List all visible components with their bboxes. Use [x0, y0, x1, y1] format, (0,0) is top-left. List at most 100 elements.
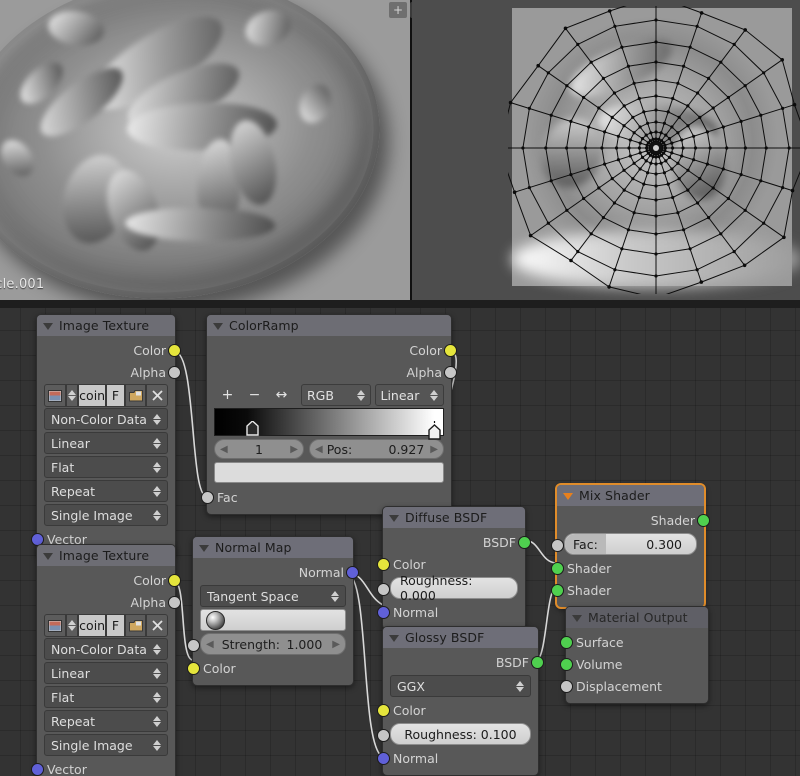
image-name-field[interactable]: coin	[78, 614, 107, 637]
decrement-arrow-icon[interactable]: ◀	[206, 639, 214, 650]
socket-input-normal[interactable]	[377, 606, 390, 619]
node-header[interactable]: Glossy BSDF	[383, 627, 538, 648]
stop-color-swatch[interactable]	[214, 462, 444, 483]
node-color-ramp[interactable]: ColorRamp Color Alpha + − ↔ RGB Linear ◀…	[201, 314, 457, 515]
socket-input-normal[interactable]	[377, 752, 390, 765]
socket-input-vector[interactable]	[31, 763, 44, 776]
socket-input-roughness[interactable]	[377, 583, 390, 596]
extension-dropdown[interactable]: Repeat	[44, 480, 168, 502]
uv-map-field[interactable]	[200, 609, 346, 631]
socket-input-roughness[interactable]	[377, 729, 390, 742]
viewport-panel-toggle-left[interactable]: +	[389, 2, 407, 18]
colorspace-dropdown[interactable]: Non-Color Data	[44, 408, 168, 430]
socket-input-displacement[interactable]	[560, 680, 573, 693]
node-normal-map[interactable]: Normal Map Normal Tangent Space ◀ Streng…	[187, 536, 359, 686]
strength-field[interactable]: ◀ Strength: 1.000 ▶	[200, 633, 346, 655]
unlink-close-icon[interactable]	[146, 384, 168, 407]
normal-space-dropdown[interactable]: Tangent Space	[200, 585, 346, 607]
image-browse-icon[interactable]	[44, 614, 66, 637]
collapse-triangle-icon[interactable]	[389, 634, 399, 642]
socket-output-color[interactable]	[168, 574, 181, 587]
node-material-output[interactable]: Material Output Surface Volume Displacem…	[560, 606, 709, 704]
node-header[interactable]: Mix Shader	[557, 485, 704, 506]
color-mode-dropdown[interactable]: RGB	[301, 384, 371, 406]
image-name-field[interactable]: coin	[78, 384, 107, 407]
collapse-triangle-icon[interactable]	[563, 492, 573, 500]
colorspace-dropdown[interactable]: Non-Color Data	[44, 638, 168, 660]
ramp-interpolation-dropdown[interactable]: Linear	[374, 384, 444, 406]
node-editor[interactable]: Image Texture Color Alpha coin F Non-Col…	[0, 308, 800, 776]
ramp-stop-0[interactable]	[246, 420, 259, 436]
node-image-texture-1[interactable]: Image Texture Color Alpha coin F Non-Col…	[31, 314, 181, 557]
roughness-field[interactable]: Roughness: 0.000	[390, 573, 518, 603]
socket-input-shader-2[interactable]	[551, 584, 564, 597]
socket-input-fac[interactable]	[201, 491, 214, 504]
socket-input-color[interactable]	[377, 704, 390, 717]
socket-input-shader-1[interactable]	[551, 562, 564, 575]
fac-field[interactable]: Fac: 0.300	[564, 533, 697, 555]
interpolation-dropdown[interactable]: Linear	[44, 662, 168, 684]
unlink-close-icon[interactable]	[146, 614, 168, 637]
socket-output-color[interactable]	[444, 344, 457, 357]
decrement-arrow-icon[interactable]: ◀	[315, 444, 323, 455]
fake-user-button[interactable]: F	[106, 384, 125, 407]
node-mix-shader[interactable]: Mix Shader Shader Fac: 0.300 Shader Shad…	[551, 484, 710, 608]
stop-index-field[interactable]: ◀ 1 ▶	[214, 439, 304, 459]
socket-output-shader[interactable]	[697, 514, 710, 527]
source-dropdown[interactable]: Single Image	[44, 504, 168, 526]
projection-dropdown[interactable]: Flat	[44, 686, 168, 708]
open-file-icon[interactable]	[124, 384, 147, 407]
roughness-field[interactable]: Roughness: 0.100	[390, 723, 531, 745]
projection-dropdown[interactable]: Flat	[44, 456, 168, 478]
collapse-triangle-icon[interactable]	[43, 322, 53, 330]
collapse-triangle-icon[interactable]	[572, 614, 582, 622]
node-glossy-bsdf[interactable]: Glossy BSDF BSDF GGX Color Roughness: 0.…	[377, 626, 544, 776]
node-header[interactable]: Image Texture	[37, 545, 175, 566]
node-header[interactable]: Normal Map	[193, 537, 353, 558]
collapse-triangle-icon[interactable]	[43, 552, 53, 560]
socket-input-strength[interactable]	[187, 639, 200, 652]
node-diffuse-bsdf[interactable]: Diffuse BSDF BSDF Color Roughness: 0.000	[377, 506, 531, 630]
node-image-texture-2[interactable]: Image Texture Color Alpha coin F Non-Col…	[31, 544, 181, 776]
image-spinner-arrows[interactable]	[65, 384, 79, 407]
interpolation-dropdown[interactable]: Linear	[44, 432, 168, 454]
socket-input-color[interactable]	[187, 662, 200, 675]
image-spinner-arrows[interactable]	[65, 614, 79, 637]
collapse-triangle-icon[interactable]	[389, 514, 399, 522]
decrement-arrow-icon[interactable]: ◀	[220, 444, 228, 455]
extension-dropdown[interactable]: Repeat	[44, 710, 168, 732]
image-browse-icon[interactable]	[44, 384, 66, 407]
socket-input-surface[interactable]	[560, 636, 573, 649]
colorramp-gradient-bar[interactable]	[214, 408, 444, 440]
distribution-dropdown[interactable]: GGX	[390, 675, 531, 697]
collapse-triangle-icon[interactable]	[199, 544, 209, 552]
increment-arrow-icon[interactable]: ▶	[290, 444, 298, 455]
socket-output-color[interactable]	[168, 344, 181, 357]
increment-arrow-icon[interactable]: ▶	[332, 639, 340, 650]
open-file-icon[interactable]	[124, 614, 147, 637]
socket-output-normal[interactable]	[346, 566, 359, 579]
node-header[interactable]: Diffuse BSDF	[383, 507, 525, 528]
node-header[interactable]: ColorRamp	[207, 315, 451, 336]
source-dropdown[interactable]: Single Image	[44, 734, 168, 756]
add-stop-button[interactable]: +	[214, 385, 241, 405]
viewport-3d[interactable]: rcle.001	[0, 0, 410, 300]
fake-user-button[interactable]: F	[106, 614, 125, 637]
socket-output-alpha[interactable]	[444, 366, 457, 379]
socket-output-bsdf[interactable]	[518, 536, 531, 549]
socket-output-bsdf[interactable]	[531, 656, 544, 669]
socket-output-alpha[interactable]	[168, 596, 181, 609]
stop-position-field[interactable]: ◀ Pos: 0.927 ▶	[309, 439, 444, 459]
ramp-stop-1-selected[interactable]	[428, 421, 441, 440]
flip-ramp-button[interactable]: ↔	[268, 385, 295, 405]
collapse-triangle-icon[interactable]	[213, 322, 223, 330]
node-header[interactable]: Image Texture	[37, 315, 175, 336]
socket-output-alpha[interactable]	[168, 366, 181, 379]
socket-input-volume[interactable]	[560, 658, 573, 671]
increment-arrow-icon[interactable]: ▶	[430, 444, 438, 455]
socket-input-fac[interactable]	[551, 539, 564, 552]
socket-input-color[interactable]	[377, 558, 390, 571]
node-header[interactable]: Material Output	[566, 607, 708, 628]
uv-image-editor[interactable]	[412, 0, 800, 300]
remove-stop-button[interactable]: −	[241, 385, 268, 405]
